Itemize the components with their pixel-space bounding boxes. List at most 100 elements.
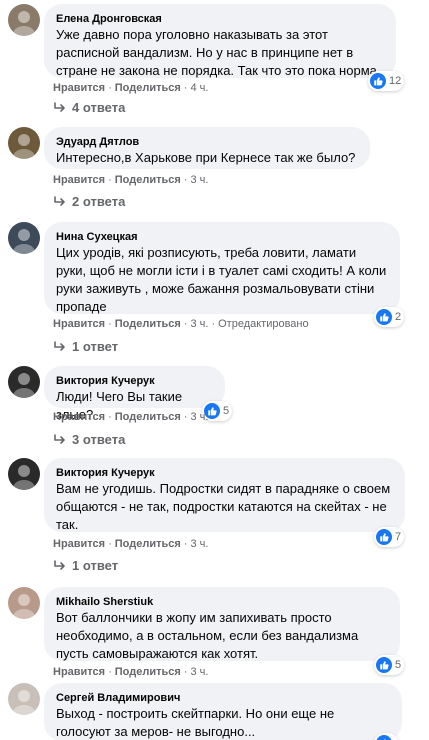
comment-text: Вам не угодишь. Подростки сидят в парадн… [56,481,391,532]
comment: Елена Дронговская Уже давно пора уголовно… [0,4,429,78]
reaction-number: 12 [389,75,402,87]
view-replies-button[interactable]: 4 ответа [53,100,125,116]
separator-dot: · [183,411,188,423]
reaction-count[interactable]: 5 [374,655,405,675]
comment-actions: Нравится · Поделиться · 3 ч. [53,173,208,187]
reaction-number: 7 [395,531,402,543]
view-replies-button[interactable]: 2 ответа [53,194,125,210]
comment-bubble: Эдуард Дятлов Интересно,в Харькове при Ке… [44,127,370,169]
comment-bubble: Сергей Владимирович Выход - построить ске… [44,683,402,740]
separator-dot: · [211,318,216,330]
share-button[interactable]: Поделиться [115,82,181,94]
avatar[interactable] [8,127,40,159]
comment-time[interactable]: 4 ч. [190,82,208,94]
separator-dot: · [108,174,112,186]
reply-arrow-icon [53,102,67,114]
comment-text: Интересно,в Харькове при Кернесе так же … [56,150,356,165]
replies-count-label: 4 ответа [72,100,126,115]
like-button[interactable]: Нравится [53,538,105,550]
share-button[interactable]: Поделиться [115,318,181,330]
like-reaction-icon [376,735,392,740]
like-reaction-icon [376,529,392,545]
replies-count-label: 2 ответа [72,194,126,209]
avatar[interactable] [8,4,40,36]
separator-dot: · [108,318,112,330]
share-button[interactable]: Поделиться [115,411,181,423]
comment-author[interactable]: Елена Дронговская [56,12,384,26]
separator-dot: · [183,174,188,186]
separator-dot: · [108,666,112,678]
reply-arrow-icon [53,434,67,446]
separator-dot: · [108,411,112,423]
separator-dot: · [183,538,188,550]
comment-author[interactable]: Mikhailo Sherstiuk [56,595,388,609]
separator-dot: · [108,82,112,94]
comment-text: Цих уродів, які розписують, треба ловити… [56,245,387,314]
reaction-count[interactable]: 12 [368,71,405,91]
comment-bubble: Елена Дронговская Уже давно пора уголовно… [44,4,396,78]
share-button[interactable]: Поделиться [115,174,181,186]
comment-time[interactable]: 3 ч. [190,666,208,678]
reply-arrow-icon [53,560,67,572]
comment-time[interactable]: 3 ч. [190,411,208,423]
share-button[interactable]: Поделиться [115,538,181,550]
comment-author[interactable]: Виктория Кучерук [56,374,213,388]
comment: Сергей Владимирович Выход - построить ске… [0,683,429,740]
reaction-number: 5 [395,659,402,671]
comment: Mikhailo Sherstiuk Вот баллончики в жопу … [0,587,429,661]
reaction-count[interactable]: 2 [374,307,405,327]
like-reaction-icon [376,309,392,325]
separator-dot: · [183,318,188,330]
separator-dot: · [183,82,188,94]
view-replies-button[interactable]: 1 ответ [53,558,118,574]
like-button[interactable]: Нравится [53,411,105,423]
like-button[interactable]: Нравится [53,666,105,678]
comment-author[interactable]: Виктория Кучерук [56,466,393,480]
reply-arrow-icon [53,341,67,353]
share-button[interactable]: Поделиться [115,666,181,678]
like-reaction-icon [370,73,386,89]
avatar[interactable] [8,458,40,490]
reaction-number: 5 [223,405,230,417]
avatar[interactable] [8,366,40,398]
comment-author[interactable]: Нина Сухецкая [56,230,388,244]
separator-dot: · [108,538,112,550]
comment: Эдуард Дятлов Интересно,в Харькове при Ке… [0,127,429,169]
replies-count-label: 1 ответ [72,339,119,354]
avatar[interactable] [8,683,40,715]
comment-actions: Нравится · Поделиться · 3 ч. · Отредактировано [53,317,309,331]
comment: Нина Сухецкая Цих уродів, які розписують,… [0,222,429,314]
comment-time[interactable]: 3 ч. [190,538,208,550]
reaction-count[interactable]: 7 [374,527,405,547]
reply-arrow-icon [53,196,67,208]
comment-text: Вот баллончики в жопу им запихивать прос… [56,610,359,661]
like-reaction-icon [376,657,392,673]
like-button[interactable]: Нравится [53,174,105,186]
avatar[interactable] [8,222,40,254]
comment-bubble: Mikhailo Sherstiuk Вот баллончики в жопу … [44,587,400,661]
comment-bubble: Нина Сухецкая Цих уродів, які розписують,… [44,222,400,314]
comment-text: Уже давно пора уголовно наказывать за эт… [56,27,381,78]
replies-count-label: 3 ответа [72,432,126,447]
comment-actions: Нравится · Поделиться · 3 ч. [53,537,208,551]
replies-count-label: 1 ответ [72,558,119,573]
view-replies-button[interactable]: 1 ответ [53,339,118,355]
comment: Виктория Кучерук Люди! Чего Вы такие злые… [0,366,429,422]
like-button[interactable]: Нравится [53,82,105,94]
comment-actions: Нравится · Поделиться · 3 ч. [53,410,208,424]
comment-text: Выход - построить скейтпарки. Но они еще… [56,706,335,739]
comments-feed: Елена Дронговская Уже давно пора уголовно… [0,0,429,740]
comment-author[interactable]: Эдуард Дятлов [56,135,358,149]
comment-time[interactable]: 3 ч. [190,318,208,330]
comment-actions: Нравится · Поделиться · 3 ч. [53,665,208,679]
comment-author[interactable]: Сергей Владимирович [56,691,390,705]
comment-time[interactable]: 3 ч. [190,174,208,186]
comment-bubble: Виктория Кучерук Люди! Чего Вы такие злые… [44,366,225,422]
avatar[interactable] [8,587,40,619]
comment: Виктория Кучерук Вам не угодишь. Подростк… [0,458,429,532]
like-button[interactable]: Нравится [53,318,105,330]
comment-bubble: Виктория Кучерук Вам не угодишь. Подростк… [44,458,405,532]
edited-label: Отредактировано [218,318,309,330]
view-replies-button[interactable]: 3 ответа [53,432,125,448]
reaction-number: 2 [395,311,402,323]
